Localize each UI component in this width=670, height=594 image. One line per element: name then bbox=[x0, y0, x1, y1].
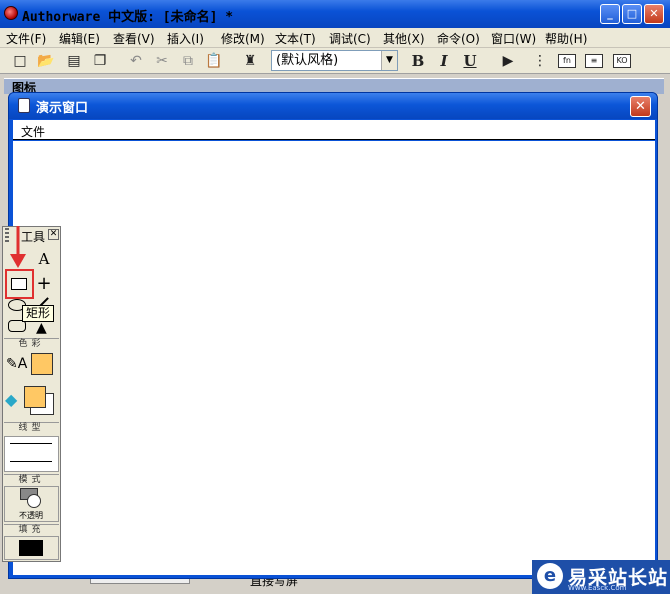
menu-commands[interactable]: 命令(O) bbox=[437, 30, 480, 46]
import-icon[interactable]: ❐ bbox=[90, 51, 110, 71]
text-tool[interactable]: A bbox=[33, 248, 55, 270]
palette-close-button[interactable]: ✕ bbox=[48, 229, 59, 240]
presentation-window-icon bbox=[18, 98, 30, 113]
tooltip: 矩形 bbox=[22, 305, 55, 322]
fill-section-label: 填充 bbox=[4, 524, 59, 536]
menu-view[interactable]: 查看(V) bbox=[113, 30, 155, 46]
save-all-icon[interactable]: ▤ bbox=[64, 51, 84, 71]
open-folder-icon[interactable]: 📂 bbox=[36, 51, 56, 71]
bold-button[interactable]: B bbox=[408, 51, 428, 71]
line-color-swatch[interactable] bbox=[31, 353, 53, 375]
menu-debug[interactable]: 调试(C) bbox=[329, 30, 371, 46]
linetype-thin[interactable] bbox=[10, 461, 52, 462]
presentation-titlebar[interactable] bbox=[9, 93, 657, 119]
knowledge-objects-button[interactable]: KO bbox=[613, 54, 631, 68]
rectangle-tool-icon[interactable] bbox=[11, 278, 27, 290]
menu-insert[interactable]: 插入(I) bbox=[167, 30, 204, 46]
chevron-down-icon[interactable]: ▼ bbox=[381, 51, 397, 70]
mode-value: 不透明 bbox=[19, 511, 43, 520]
linetype-selector[interactable] bbox=[4, 436, 59, 472]
menu-file[interactable]: 文件(F) bbox=[6, 30, 46, 46]
underline-button[interactable]: U bbox=[460, 51, 480, 71]
linetype-section-label: 线型 bbox=[4, 422, 59, 434]
paste-icon[interactable]: 📋 bbox=[204, 51, 224, 71]
cut-icon[interactable]: ✂ bbox=[152, 51, 172, 71]
arrow-down-icon bbox=[10, 226, 26, 268]
menu-text[interactable]: 文本(T) bbox=[275, 30, 316, 46]
foreground-color-swatch[interactable] bbox=[24, 386, 46, 408]
find-icon[interactable]: ♜ bbox=[240, 51, 260, 71]
variables-button[interactable]: ≡ bbox=[585, 54, 603, 68]
background-window-edge bbox=[656, 94, 670, 584]
style-select-value: (默认风格) bbox=[276, 53, 339, 68]
watermark-subtext: Www.Easck.Com bbox=[568, 584, 627, 592]
mode-section-label: 模式 bbox=[4, 474, 59, 486]
undo-icon[interactable]: ↶ bbox=[126, 51, 146, 71]
presentation-title: 演示窗口 bbox=[36, 101, 89, 116]
color-section-label: 色彩 bbox=[4, 338, 59, 350]
watermark-logo-icon: e bbox=[537, 563, 563, 589]
fill-pattern-swatch[interactable] bbox=[19, 540, 43, 556]
control-panel-icon[interactable]: ⋮ bbox=[530, 51, 550, 71]
new-file-icon[interactable]: □ bbox=[10, 51, 30, 71]
menu-help[interactable]: 帮助(H) bbox=[545, 30, 587, 46]
app-icon bbox=[4, 6, 18, 20]
fill-bucket-icon[interactable]: ◆ bbox=[5, 390, 17, 409]
menu-edit[interactable]: 编辑(E) bbox=[59, 30, 100, 46]
style-select[interactable]: (默认风格) ▼ bbox=[271, 50, 398, 71]
functions-button[interactable]: fn bbox=[558, 54, 576, 68]
presentation-menubar bbox=[13, 120, 655, 140]
pencil-icon[interactable]: ✎A bbox=[6, 356, 27, 372]
mode-circle-icon bbox=[27, 494, 41, 508]
cross-tool[interactable]: + bbox=[33, 273, 55, 295]
maximize-button[interactable]: □ bbox=[622, 4, 642, 24]
menu-modify[interactable]: 修改(M) bbox=[221, 30, 265, 46]
run-icon[interactable]: ▶ bbox=[498, 51, 518, 71]
italic-button[interactable]: I bbox=[434, 51, 454, 71]
minimize-button[interactable]: _ bbox=[600, 4, 620, 24]
copy-icon[interactable]: ⧉ bbox=[178, 51, 198, 71]
menu-other[interactable]: 其他(X) bbox=[383, 30, 425, 46]
menu-window[interactable]: 窗口(W) bbox=[491, 30, 536, 46]
presentation-menu-file[interactable]: 文件 bbox=[21, 123, 45, 140]
app-title: Authorware 中文版: [未命名] * bbox=[22, 10, 234, 25]
close-button[interactable]: ✕ bbox=[644, 4, 664, 24]
polygon-tool-icon[interactable]: ▲ bbox=[36, 320, 47, 336]
presentation-canvas[interactable] bbox=[13, 141, 655, 575]
presentation-close-button[interactable]: ✕ bbox=[630, 96, 651, 117]
linetype-solid[interactable] bbox=[10, 443, 52, 444]
